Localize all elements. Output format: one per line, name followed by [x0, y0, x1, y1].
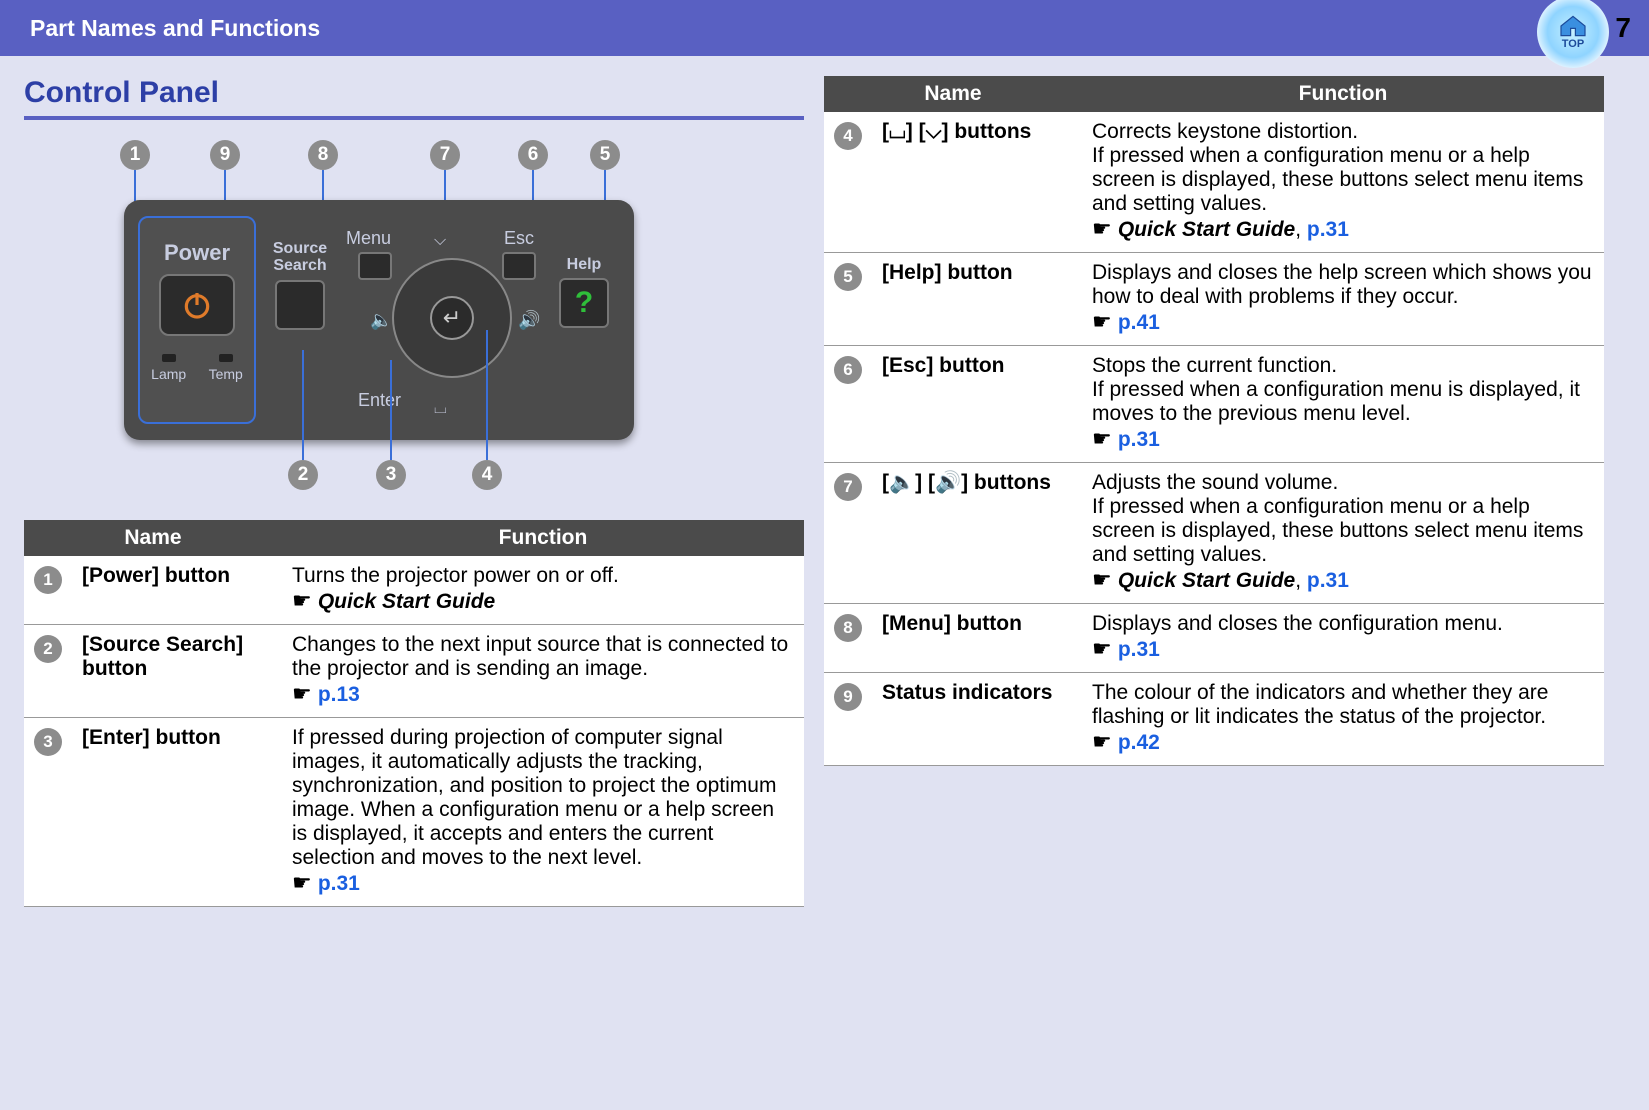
callout-5: 5	[590, 140, 620, 170]
projector-control-panel: Power Lamp Temp Source Search Menu Esc	[124, 200, 634, 440]
enter-button: ↵	[430, 296, 474, 340]
row-number-icon: 3	[34, 728, 62, 756]
callout-1: 1	[120, 140, 150, 170]
source-search-section: Source Search	[272, 240, 328, 330]
row-name: [Source Search] button	[72, 625, 282, 718]
row-name: [Power] button	[72, 556, 282, 625]
page-ref-link[interactable]: p.31	[1307, 569, 1349, 592]
home-icon	[1558, 14, 1588, 38]
volume-down-icon: 🔈	[370, 310, 392, 331]
heading-underline	[24, 116, 804, 120]
page-ref-link[interactable]: p.42	[1118, 731, 1160, 754]
row-number-icon: 9	[834, 683, 862, 711]
row-function: If pressed during projection of computer…	[282, 718, 804, 907]
table-row: 3 [Enter] buttonIf pressed during project…	[24, 718, 804, 907]
section-heading: Control Panel	[24, 76, 804, 110]
callout-9: 9	[210, 140, 240, 170]
row-name: [🔈] [🔊] buttons	[872, 463, 1082, 604]
row-function: Turns the projector power on or off.☛ Qu…	[282, 556, 804, 625]
row-function: Changes to the next input source that is…	[282, 625, 804, 718]
table-row: 1 [Power] buttonTurns the projector power…	[24, 556, 804, 625]
callout-4: 4	[472, 460, 502, 490]
page-ref-link[interactable]: p.41	[1118, 311, 1160, 334]
row-number-icon: 1	[34, 566, 62, 594]
callout-6: 6	[518, 140, 548, 170]
callout-8: 8	[308, 140, 338, 170]
col-function: Function	[1082, 76, 1604, 112]
row-function: Stops the current function.If pressed wh…	[1082, 346, 1604, 463]
esc-label: Esc	[504, 228, 534, 249]
page-ref-link[interactable]: p.31	[1118, 428, 1160, 451]
enter-label: Enter	[358, 390, 401, 411]
row-name: [Menu] button	[872, 604, 1082, 673]
row-function: Displays and closes the help screen whic…	[1082, 253, 1604, 346]
row-number-icon: 8	[834, 614, 862, 642]
power-label: Power	[140, 240, 254, 266]
row-number-icon: 7	[834, 473, 862, 501]
table-row: 4 [⌴] [⌵] buttonsCorrects keystone distor…	[824, 112, 1604, 253]
help-button: ?	[559, 278, 609, 328]
power-section: Power Lamp Temp	[138, 216, 256, 424]
table-row: 5 [Help] buttonDisplays and closes the he…	[824, 253, 1604, 346]
top-label: TOP	[1562, 38, 1584, 50]
table-row: 7 [🔈] [🔊] buttonsAdjusts the sound volume…	[824, 463, 1604, 604]
keystone-up-icon: ⌵	[434, 232, 446, 250]
help-section: Help ?	[554, 256, 614, 328]
row-name: [Esc] button	[872, 346, 1082, 463]
help-label: Help	[554, 256, 614, 274]
row-function: Displays and closes the configuration me…	[1082, 604, 1604, 673]
function-table-right: Name Function 4 [⌴] [⌵] buttonsCorrects k…	[824, 76, 1604, 766]
table-row: 6 [Esc] buttonStops the current function.…	[824, 346, 1604, 463]
row-name: [⌴] [⌵] buttons	[872, 112, 1082, 253]
row-name: [Help] button	[872, 253, 1082, 346]
page-number: 7	[1615, 12, 1631, 44]
row-function: Corrects keystone distortion.If pressed …	[1082, 112, 1604, 253]
temp-indicator: Temp	[209, 354, 243, 382]
menu-label: Menu	[346, 228, 391, 249]
row-number-icon: 2	[34, 635, 62, 663]
col-name: Name	[24, 520, 282, 556]
col-name: Name	[824, 76, 1082, 112]
row-function: Adjusts the sound volume.If pressed when…	[1082, 463, 1604, 604]
callout-2: 2	[288, 460, 318, 490]
volume-up-icon: 🔊	[518, 310, 540, 331]
table-row: 9 Status indicatorsThe colour of the indi…	[824, 673, 1604, 766]
page-ref-link[interactable]: p.13	[318, 683, 360, 706]
chapter-title: Part Names and Functions	[30, 15, 320, 42]
table-row: 8 [Menu] buttonDisplays and closes the co…	[824, 604, 1604, 673]
row-number-icon: 6	[834, 356, 862, 384]
lamp-indicator: Lamp	[151, 354, 186, 382]
direction-pad: ↵	[392, 258, 512, 378]
table-row: 2 [Source Search] buttonChanges to the ne…	[24, 625, 804, 718]
row-name: [Enter] button	[72, 718, 282, 907]
menu-button	[358, 252, 392, 280]
page-ref-link[interactable]: p.31	[318, 872, 360, 895]
col-function: Function	[282, 520, 804, 556]
power-button	[159, 274, 235, 336]
page-ref-link[interactable]: p.31	[1118, 638, 1160, 661]
callout-7: 7	[430, 140, 460, 170]
row-name: Status indicators	[872, 673, 1082, 766]
chapter-header: Part Names and Functions	[0, 0, 1649, 56]
control-panel-figure: 1 9 8 7 6 5 Power Lamp Temp	[24, 140, 804, 520]
function-table-left: Name Function 1 [Power] buttonTurns the p…	[24, 520, 804, 907]
source-search-button	[275, 280, 325, 330]
page-ref-link[interactable]: p.31	[1307, 218, 1349, 241]
keystone-down-icon: ⌴	[434, 400, 447, 418]
row-number-icon: 5	[834, 263, 862, 291]
callout-3: 3	[376, 460, 406, 490]
row-number-icon: 4	[834, 122, 862, 150]
row-function: The colour of the indicators and whether…	[1082, 673, 1604, 766]
power-icon	[181, 289, 213, 321]
